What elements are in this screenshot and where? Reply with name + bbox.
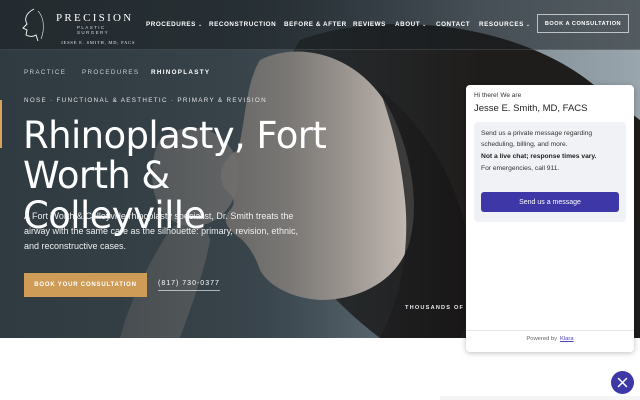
widget-powered-by: Powered by Klara	[466, 336, 634, 342]
nav-label: BEFORE & AFTER	[284, 21, 347, 28]
nav-item-before-after[interactable]: BEFORE & AFTER	[284, 21, 347, 28]
chevron-down-icon: ⌄	[525, 22, 531, 28]
brand-name: PRECISION	[56, 12, 134, 24]
breadcrumb-rhinoplasty: RHINOPLASTY	[151, 69, 211, 76]
footer-edge	[440, 396, 640, 400]
nav-label: PROCEDURES	[146, 21, 196, 28]
widget-line-2: scheduling, billing, and more.	[481, 141, 568, 148]
nav-label: CONTACT	[436, 21, 471, 28]
nav-item-reconstruction[interactable]: RECONSTRUCTION	[209, 21, 276, 28]
thousands-caption: THOUSANDS OF R	[405, 305, 473, 311]
send-message-button[interactable]: Send us a message	[481, 192, 619, 212]
nav-item-reviews[interactable]: REVIEWS	[353, 21, 386, 28]
nav-item-procedures[interactable]: PROCEDURES ⌄	[146, 21, 203, 28]
site-header: PRECISION PLASTIC SURGERY JESSE E. SMITH…	[0, 0, 640, 50]
nav-label: RECONSTRUCTION	[209, 21, 277, 28]
nav-item-resources[interactable]: RESOURCES ⌄	[479, 21, 531, 28]
hero-intro: A Fort Worth & Colleyville rhinoplasty s…	[24, 211, 298, 251]
brand-subtitle: PLASTIC SURGERY	[77, 25, 109, 35]
nav-label: RESOURCES	[479, 21, 524, 28]
chevron-down-icon: ⌄	[197, 22, 203, 28]
nav-item-about[interactable]: ABOUT ⌄	[395, 21, 427, 28]
nav-label: ABOUT	[395, 21, 421, 28]
accent-bar	[0, 100, 2, 148]
widget-greeting: Hi there! We are	[474, 92, 522, 99]
chat-close-button[interactable]	[611, 371, 634, 394]
widget-line-1: Send us a private message regarding	[481, 130, 593, 137]
hero-eyebrow: NOSE · FUNCTIONAL & AESTHETIC · PRIMARY …	[24, 97, 267, 104]
book-consultation-button[interactable]: BOOK A CONSULTATION	[537, 14, 629, 33]
brand-doctor: JESSE E. SMITH, MD, FACS	[61, 40, 136, 45]
klara-link[interactable]: Klara	[560, 336, 574, 342]
profile-line-icon	[22, 8, 44, 42]
chevron-down-icon: ⌄	[422, 22, 427, 28]
book-your-consultation-button[interactable]: BOOK YOUR CONSULTATION	[24, 273, 147, 297]
chat-widget: Hi there! We are Jesse E. Smith, MD, FAC…	[466, 85, 634, 352]
breadcrumb-practice[interactable]: PRACTICE	[24, 69, 66, 76]
page-title-line1: Rhinoplasty, Fort	[23, 114, 327, 157]
breadcrumb-procedures[interactable]: PROCEDURES	[82, 69, 139, 76]
widget-practice-name: Jesse E. Smith, MD, FACS	[474, 103, 588, 114]
widget-line-3: Not a live chat; response times vary.	[481, 153, 597, 160]
nav-label: REVIEWS	[353, 21, 386, 28]
widget-line-4: For emergencies, call 911.	[481, 165, 560, 172]
logo[interactable]: PRECISION PLASTIC SURGERY JESSE E. SMITH…	[14, 6, 139, 45]
widget-divider	[466, 330, 634, 331]
nav-item-contact[interactable]: CONTACT	[436, 21, 470, 28]
powered-by-label: Powered by	[526, 336, 558, 342]
close-icon	[617, 377, 628, 388]
widget-message-card: Send us a private message regarding sche…	[474, 122, 626, 222]
phone-link[interactable]: (817) 730-0377	[158, 280, 220, 291]
